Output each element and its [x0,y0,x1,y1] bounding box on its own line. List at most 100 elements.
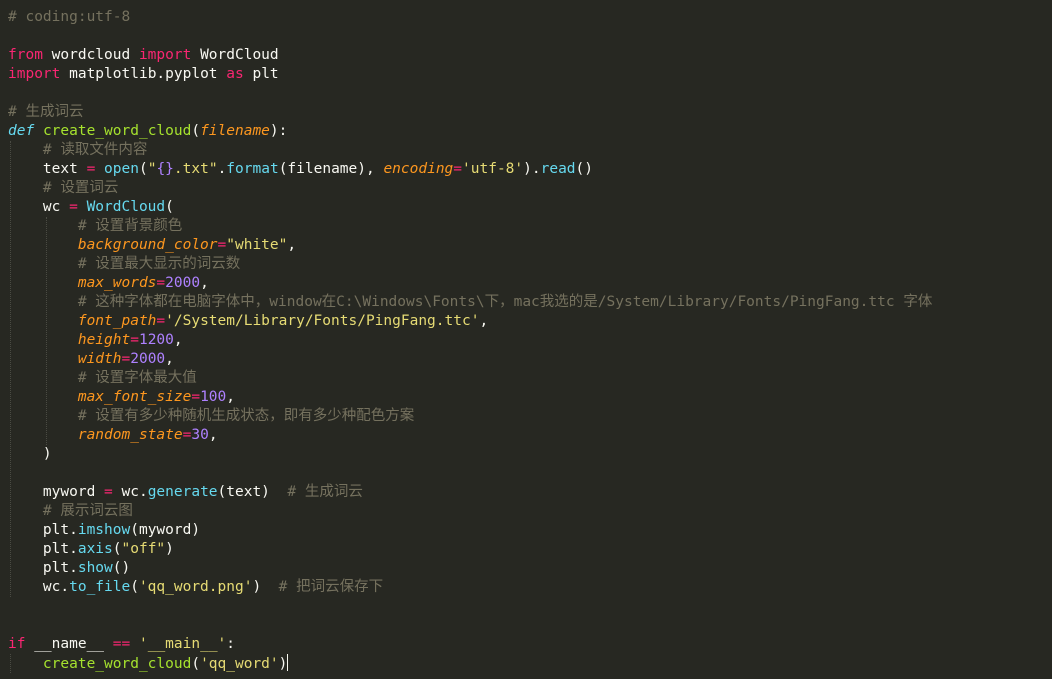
code-token: format [226,161,279,177]
code-token: ) [278,656,288,672]
code-token: # 设置最大显示的词云数 [77,256,241,272]
code-token: to_file [69,579,131,595]
code-line[interactable]: myword = wc.generate(text) # 生成词云 [8,483,363,502]
code-line[interactable]: # 生成词云 [8,103,83,122]
code-line[interactable]: text = open("{}.txt".format(filename), e… [8,160,593,179]
code-token: ( [130,579,139,595]
code-line[interactable]: random_state=30, [8,426,218,445]
code-editor[interactable]: # coding:utf-8 from wordcloud import Word… [0,0,1052,679]
code-token: == [112,636,131,652]
code-token: plt. [8,522,78,538]
code-token: # 设置字体最大值 [77,370,197,386]
code-line[interactable]: import matplotlib.pyplot as plt [8,65,279,84]
code-line[interactable]: # 这种字体都在电脑字体中，window在C:\Windows\Fonts\下，… [8,293,932,312]
code-line[interactable]: # 设置词云 [8,179,118,198]
code-token: "white" [226,237,288,253]
code-token: , [208,427,218,443]
code-token: # 生成词云 [287,484,363,500]
code-token: font_path [77,313,157,329]
code-line[interactable]: # 展示词云图 [8,502,133,521]
code-token: axis [77,541,113,557]
code-token: height [77,332,131,348]
code-token: background_color [77,237,218,253]
code-token: # 把词云保存下 [278,579,384,595]
code-token: ( [191,656,201,672]
code-token: 'utf-8' [462,161,524,177]
code-token: text [8,161,87,177]
code-line[interactable]: plt.imshow(myword) [8,521,200,540]
code-line[interactable]: plt.axis("off") [8,540,174,559]
code-token: as [226,66,244,82]
code-token: # 设置词云 [42,180,119,196]
code-token: from [8,47,43,63]
code-token: 'qq_word.png' [138,579,253,595]
code-token: = [156,313,166,329]
code-line[interactable]: ) [8,445,52,464]
code-token: wc [8,199,70,215]
code-token: 30 [191,427,209,443]
code-token: import [138,47,192,63]
code-line[interactable]: wc.to_file('qq_word.png') # 把词云保存下 [8,578,383,597]
code-token: __name__ [25,636,113,652]
code-token: = [453,161,463,177]
code-line[interactable]: def create_word_cloud(filename): [8,122,287,141]
code-line[interactable]: # 设置有多少种随机生成状态，即有多少种配色方案 [8,407,414,426]
code-line[interactable]: font_path='/System/Library/Fonts/PingFan… [8,312,488,331]
code-line[interactable]: height=1200, [8,331,183,350]
code-token: wc. [8,579,70,595]
code-token: generate [147,484,218,500]
code-line[interactable]: create_word_cloud('qq_word') [8,654,289,673]
code-token: "off" [121,541,166,557]
code-token: () [112,560,131,576]
code-token: plt. [8,560,78,576]
code-token: = [69,199,78,215]
code-line[interactable]: # 读取文件内容 [8,141,147,160]
code-token: width [77,351,122,367]
code-token: imshow [77,522,131,538]
code-token: # coding:utf-8 [8,9,131,25]
code-token: ( [191,123,201,139]
code-line[interactable]: # coding:utf-8 [8,8,130,27]
code-line[interactable]: background_color="white", [8,236,296,255]
code-token: random_state [77,427,183,443]
code-token: ( [165,199,174,215]
code-token: = [156,275,166,291]
code-token: , [165,351,174,367]
code-token: = [86,161,96,177]
code-token: import [8,66,61,82]
code-token: # 生成词云 [8,104,84,120]
code-token: = [121,351,131,367]
code-line[interactable]: max_font_size=100, [8,388,235,407]
code-line[interactable]: # 设置背景颜色 [8,217,182,236]
code-line[interactable]: # 设置字体最大值 [8,369,197,388]
code-token: ). [523,161,541,177]
code-token: # 展示词云图 [42,503,133,519]
code-token: '__main__' [138,636,227,652]
code-line[interactable]: wc = WordCloud( [8,198,174,217]
code-token: # 设置有多少种随机生成状态，即有多少种配色方案 [77,408,415,424]
code-token: (myword) [130,522,201,538]
code-token: WordCloud [191,47,279,63]
code-line[interactable]: # 设置最大显示的词云数 [8,255,240,274]
code-token: 100 [200,389,227,405]
code-token: = [130,332,139,348]
code-line[interactable]: from wordcloud import WordCloud [8,46,279,65]
code-line[interactable]: max_words=2000, [8,274,209,293]
code-line[interactable]: if __name__ == '__main__': [8,635,235,654]
code-line[interactable]: plt.show() [8,559,130,578]
code-token: = [191,389,201,405]
code-line[interactable]: width=2000, [8,350,174,369]
code-token: max_font_size [77,389,192,405]
code-token: () [575,161,593,177]
